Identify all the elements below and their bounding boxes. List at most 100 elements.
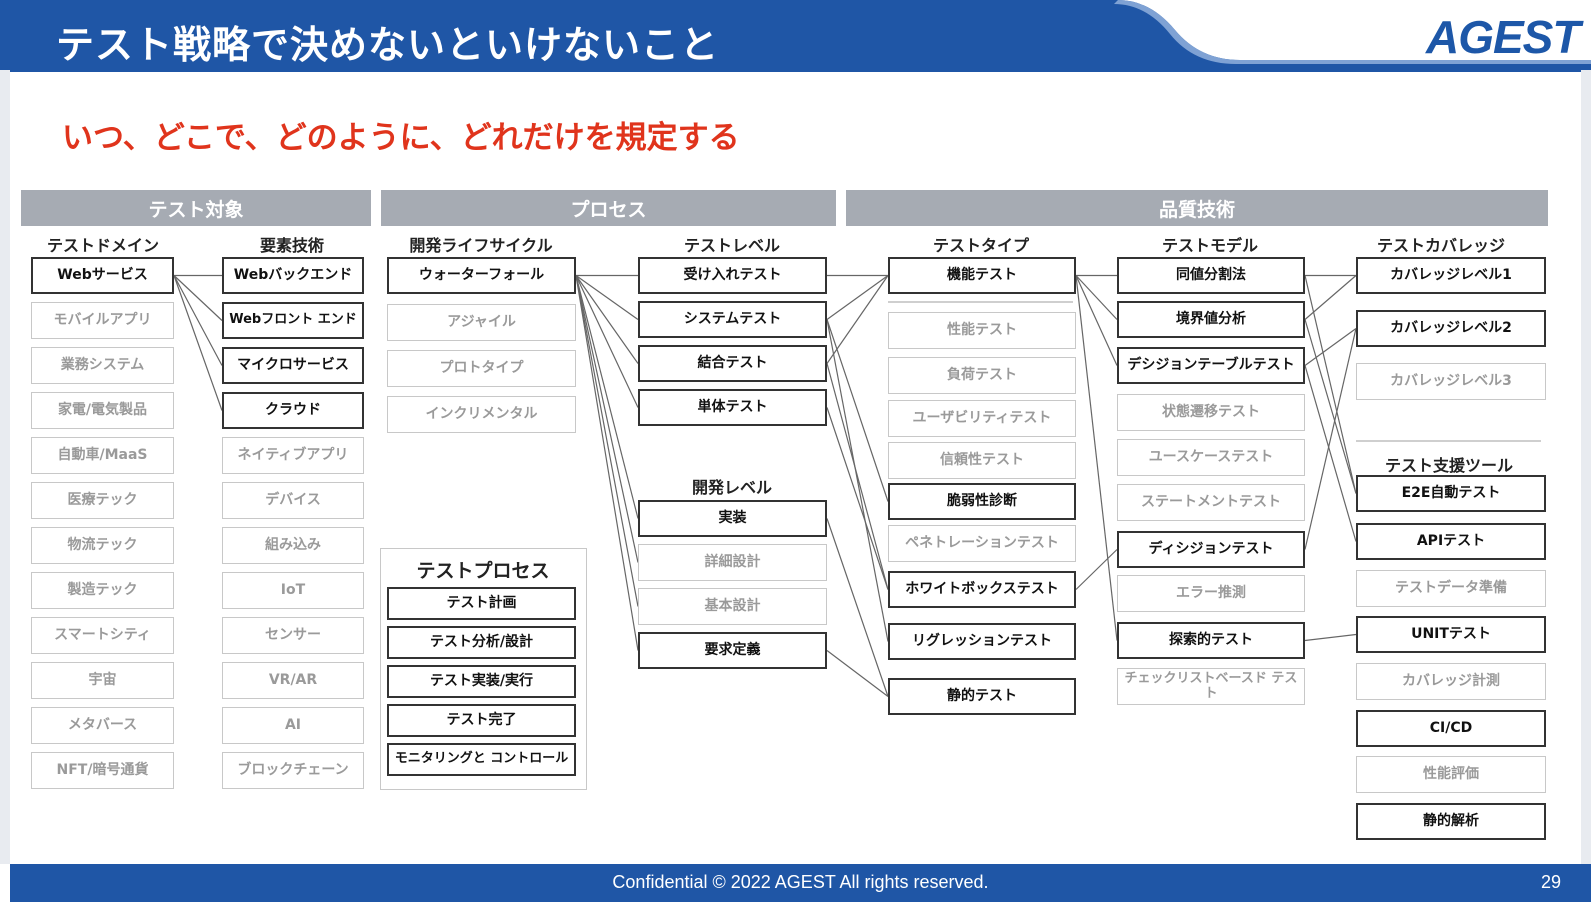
connector-line [1304, 328, 1357, 550]
models-node: 探索的テスト [1117, 622, 1305, 659]
lifecycle-node: アジャイル [387, 304, 576, 341]
types-node: ホワイトボックステスト [888, 571, 1076, 608]
test-process-node: テスト分析/設計 [387, 626, 576, 659]
tools-node: カバレッジ計測 [1356, 663, 1546, 700]
connector-line [1075, 275, 1118, 366]
lifecycle-node: プロトタイプ [387, 350, 576, 387]
models-node: 状態遷移テスト [1117, 394, 1305, 431]
tech-node: Webフロント エンド [222, 302, 364, 339]
tech-node: マイクロサービス [222, 347, 364, 384]
connector-line [826, 275, 889, 320]
domain-node: メタバース [31, 707, 174, 744]
test-process-node: テスト実装/実行 [387, 665, 576, 698]
brand-logo: AGEST [1426, 11, 1580, 63]
tools-node: CI/CD [1356, 710, 1546, 747]
tech-node: IoT [222, 572, 364, 609]
left-margin [0, 70, 10, 864]
connector-line [173, 275, 223, 411]
types-divider [888, 301, 1073, 303]
domain-node: NFT/暗号通貨 [31, 752, 174, 789]
connector-line [826, 319, 889, 502]
page-number: 29 [1540, 872, 1561, 892]
dev-levels-node: 要求定義 [638, 632, 827, 669]
levels-node: 結合テスト [638, 345, 827, 382]
models-node: ステートメントテスト [1117, 484, 1305, 521]
column-title-tech: 要素技術 [259, 236, 325, 255]
tools-node: UNITテスト [1356, 616, 1546, 653]
connector-line [1304, 365, 1357, 542]
tools-node: E2E自動テスト [1356, 475, 1546, 512]
coverage-node: カバレッジレベル1 [1356, 257, 1546, 294]
section-header-process: プロセス [381, 190, 836, 226]
types-node: ユーザビリティテスト [888, 400, 1076, 437]
coverage-node: カバレッジレベル2 [1356, 310, 1546, 347]
column-title-lifecycle: 開発ライフサイクル [409, 236, 553, 255]
lifecycle-node: ウォーターフォール [387, 257, 576, 294]
domain-node: 宇宙 [31, 662, 174, 699]
levels-node: システムテスト [638, 301, 827, 338]
domain-node: Webサービス [31, 257, 174, 294]
tools-node: 静的解析 [1356, 803, 1546, 840]
connector-line [826, 275, 889, 364]
domain-node: 物流テック [31, 527, 174, 564]
right-margin [1581, 70, 1591, 864]
types-node: リグレッションテスト [888, 623, 1076, 660]
page-title: テスト戦略で決めないといけないこと [56, 23, 720, 67]
connector-line [1304, 328, 1357, 366]
models-node: 境界値分析 [1117, 301, 1305, 338]
domain-node: 家電/電気製品 [31, 392, 174, 429]
connector-line [1075, 275, 1118, 641]
types-node: 性能テスト [888, 312, 1076, 349]
connector-line [1304, 633, 1357, 642]
domain-node: 業務システム [31, 347, 174, 384]
dev-levels-node: 詳細設計 [638, 544, 827, 581]
tools-node: テストデータ準備 [1356, 570, 1546, 607]
section-header-quality: 品質技術 [846, 190, 1548, 226]
tech-node: ブロックチェーン [222, 752, 364, 789]
connector-line [575, 275, 639, 408]
connector-line [173, 275, 223, 366]
connector-line [173, 275, 223, 321]
connector-line [1075, 549, 1118, 590]
connector-line [826, 363, 889, 590]
domain-node: スマートシティ [31, 617, 174, 654]
column-title-models: テストモデル [1161, 236, 1259, 255]
connector-line [1304, 319, 1357, 494]
section-header-target: テスト対象 [21, 190, 371, 226]
coverage-divider [1356, 440, 1541, 442]
connector-line [575, 275, 639, 320]
tech-node: AI [222, 707, 364, 744]
connector-line [826, 407, 889, 590]
levels-node: 単体テスト [638, 389, 827, 426]
domain-node: 自動車/MaaS [31, 437, 174, 474]
domain-node: 医療テック [31, 482, 174, 519]
types-node: 信頼性テスト [888, 442, 1076, 479]
lifecycle-node: インクリメンタル [387, 396, 576, 433]
column-title-types: テストタイプ [932, 236, 1030, 255]
footer-bar: Confidential © 2022 AGEST All rights res… [10, 864, 1591, 902]
coverage-node: カバレッジレベル3 [1356, 363, 1546, 400]
dev-levels-node: 基本設計 [638, 588, 827, 625]
connector-line [1304, 275, 1357, 320]
column-title-dev-levels: 開発レベル [691, 478, 773, 497]
connector-line [1075, 275, 1118, 320]
types-node: 機能テスト [888, 257, 1076, 294]
column-title-tools: テスト支援ツール [1384, 456, 1514, 475]
tools-node: 性能評価 [1356, 756, 1546, 793]
dev-levels-node: 実装 [638, 500, 827, 537]
tech-node: 組み込み [222, 527, 364, 564]
types-node: ペネトレーションテスト [888, 525, 1076, 562]
models-node: デシジョンテーブルテスト [1117, 347, 1305, 384]
tech-node: クラウド [222, 392, 364, 429]
types-node: 脆弱性診断 [888, 483, 1076, 520]
levels-node: 受け入れテスト [638, 257, 827, 294]
connector-line [826, 319, 889, 642]
test-process-node: モニタリングと コントロール [387, 743, 576, 776]
column-title-levels: テストレベル [683, 236, 781, 255]
models-node: エラー推測 [1117, 575, 1305, 612]
tools-node: APIテスト [1356, 523, 1546, 560]
types-node: 負荷テスト [888, 357, 1076, 394]
connector-line [826, 650, 889, 697]
models-node: ディシジョンテスト [1117, 531, 1305, 568]
column-title-coverage: テストカバレッジ [1376, 236, 1506, 255]
